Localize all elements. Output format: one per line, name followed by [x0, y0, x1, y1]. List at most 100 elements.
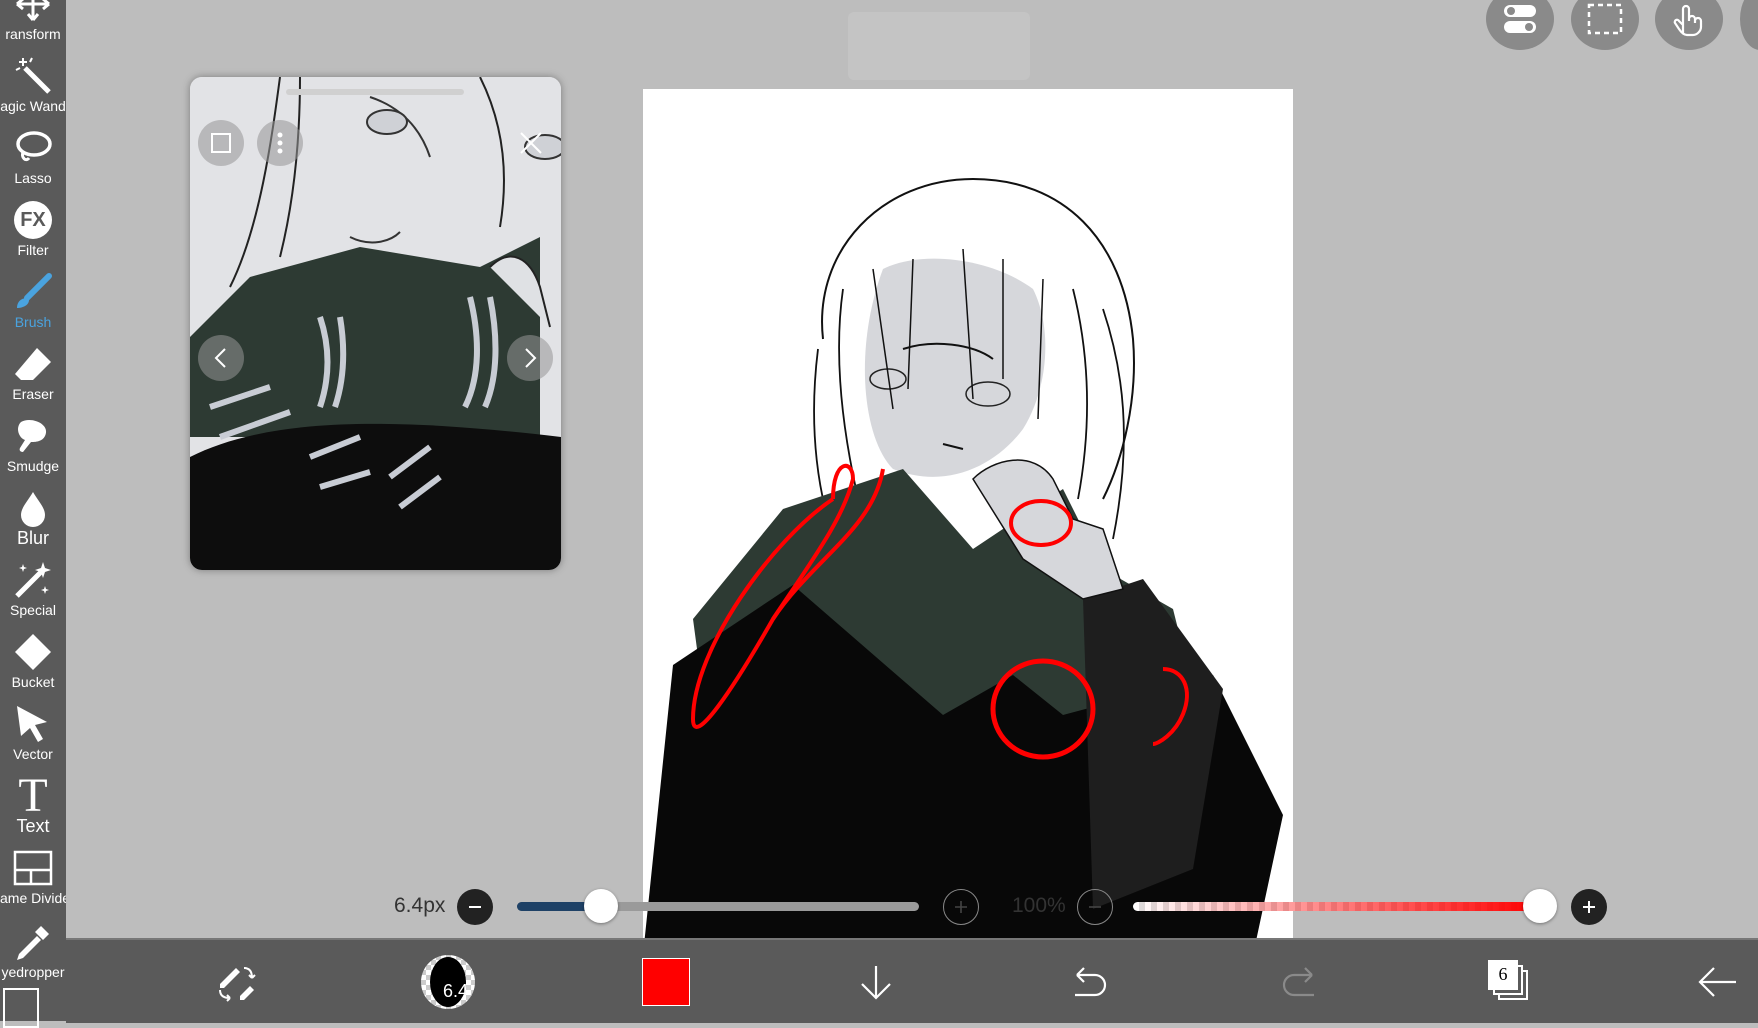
- tool-vector[interactable]: Vector: [0, 692, 66, 764]
- fx-filter-icon: FX: [11, 198, 55, 242]
- tool-label: Vector: [13, 746, 53, 762]
- brush-size-increase-button[interactable]: [943, 889, 979, 925]
- minus-icon: [1089, 906, 1101, 908]
- opacity-slider[interactable]: [1133, 889, 1557, 923]
- opacity-value: 100%: [1012, 894, 1066, 917]
- pen-eraser-swap-icon: [219, 966, 256, 1002]
- fx-glyph: FX: [20, 208, 46, 231]
- reference-prev-button[interactable]: [198, 335, 244, 381]
- tool-lasso[interactable]: Lasso: [0, 116, 66, 188]
- tool-label: Bucket: [11, 674, 55, 690]
- vector-cursor-icon: [11, 702, 55, 746]
- tool-label: Filter: [17, 242, 49, 258]
- undo-icon: [1075, 966, 1107, 996]
- frame-divider-icon: [11, 846, 55, 890]
- blur-drop-icon: [11, 486, 55, 530]
- arrow-down-icon: [861, 965, 891, 1000]
- hand-pointer-icon: [1673, 4, 1703, 37]
- tool-label: Blur: [16, 530, 49, 546]
- tool-magic-wand[interactable]: agic Wand: [0, 44, 66, 116]
- more-top-button[interactable]: [1740, 0, 1758, 50]
- reference-next-button[interactable]: [507, 335, 553, 381]
- tool-transform[interactable]: ransform: [0, 0, 66, 44]
- reference-image: [190, 77, 561, 570]
- reference-menu-button[interactable]: [257, 120, 303, 166]
- undo-button[interactable]: [1058, 940, 1118, 1023]
- tool-blur[interactable]: Blur: [0, 476, 66, 548]
- arrow-left-icon: [1698, 966, 1736, 997]
- tool-label: ransform: [5, 26, 61, 42]
- tool-label: Text: [16, 818, 50, 834]
- text-icon: T: [11, 769, 55, 822]
- dashed-selection-icon: [1587, 3, 1623, 35]
- brush-preview-button[interactable]: 6.4: [418, 940, 478, 1023]
- lasso-icon: [11, 126, 55, 170]
- brush-size-decrease-button[interactable]: [457, 889, 493, 925]
- color-picker-button[interactable]: [636, 940, 696, 1023]
- brush-size-knob[interactable]: [584, 889, 619, 923]
- merge-down-button[interactable]: [846, 940, 906, 1023]
- drawing-canvas[interactable]: [643, 89, 1293, 955]
- reference-fit-button[interactable]: [198, 120, 244, 166]
- tool-frame-divider[interactable]: ame Divider: [0, 836, 66, 908]
- tool-sidebar: ransform agic Wand Lasso FX Filter Brush…: [0, 0, 66, 1028]
- artwork: [643, 177, 1283, 955]
- settings-toggle-button[interactable]: [1486, 0, 1554, 50]
- close-icon: [520, 132, 542, 154]
- toggle-icon: [1504, 5, 1536, 33]
- smudge-icon: [11, 414, 55, 458]
- tool-label: ame Divider: [0, 890, 66, 906]
- tool-label: agic Wand: [0, 98, 66, 114]
- tool-eraser[interactable]: Eraser: [0, 332, 66, 404]
- bucket-icon: [11, 630, 55, 674]
- brush-preview-size-label: 6.4: [443, 980, 469, 1001]
- tool-next-partial-icon[interactable]: [3, 988, 39, 1028]
- minus-icon: [469, 906, 481, 908]
- touch-mode-button[interactable]: [1655, 0, 1723, 50]
- brush-icon: [11, 270, 55, 314]
- tool-bucket[interactable]: Bucket: [0, 620, 66, 692]
- plus-icon: [1583, 901, 1595, 913]
- selection-button[interactable]: [1571, 0, 1639, 50]
- magic-wand-icon: [11, 54, 55, 98]
- opacity-fill: [1133, 902, 1540, 911]
- redo-button[interactable]: [1271, 940, 1331, 1023]
- opacity-knob[interactable]: [1523, 889, 1557, 923]
- chevron-left-icon: [214, 348, 226, 368]
- eyedropper-icon: [11, 920, 55, 964]
- back-button[interactable]: [1688, 940, 1748, 1023]
- reference-drag-handle[interactable]: [286, 89, 464, 95]
- swap-tool-button[interactable]: [206, 940, 266, 1023]
- tool-special[interactable]: Special: [0, 548, 66, 620]
- bottom-toolbar: 6.4 6: [66, 938, 1758, 1023]
- tool-label: Brush: [14, 314, 52, 330]
- tool-text[interactable]: T Text: [0, 764, 66, 836]
- reference-close-button[interactable]: [508, 120, 554, 166]
- top-panel-handle[interactable]: [848, 12, 1030, 80]
- brush-preview-icon: 6.4: [421, 954, 475, 1009]
- more-vertical-icon: [277, 132, 283, 154]
- reference-window[interactable]: [190, 77, 561, 570]
- transform-icon: [11, 0, 55, 26]
- tool-label: Lasso: [14, 170, 52, 186]
- opacity-decrease-button[interactable]: [1077, 889, 1113, 925]
- layers-button[interactable]: 6: [1480, 940, 1540, 1023]
- plus-icon: [955, 901, 967, 913]
- tool-label: yedropper: [1, 964, 65, 980]
- tool-filter[interactable]: FX Filter: [0, 188, 66, 260]
- square-icon: [211, 133, 231, 153]
- chevron-right-icon: [525, 348, 537, 368]
- text-glyph: T: [18, 769, 48, 822]
- opacity-increase-button[interactable]: [1571, 889, 1607, 925]
- tool-brush[interactable]: Brush: [0, 260, 66, 332]
- tool-smudge[interactable]: Smudge: [0, 404, 66, 476]
- tool-label: Special: [10, 602, 56, 618]
- current-color-swatch: [642, 957, 690, 1006]
- layers-stack-icon: 6: [1488, 959, 1532, 1004]
- tool-label: Eraser: [12, 386, 54, 402]
- redo-icon: [1282, 966, 1314, 996]
- layer-count: 6: [1498, 964, 1508, 984]
- eraser-icon: [11, 342, 55, 386]
- brush-size-slider[interactable]: [517, 889, 919, 923]
- tool-eyedropper[interactable]: yedropper: [0, 910, 66, 982]
